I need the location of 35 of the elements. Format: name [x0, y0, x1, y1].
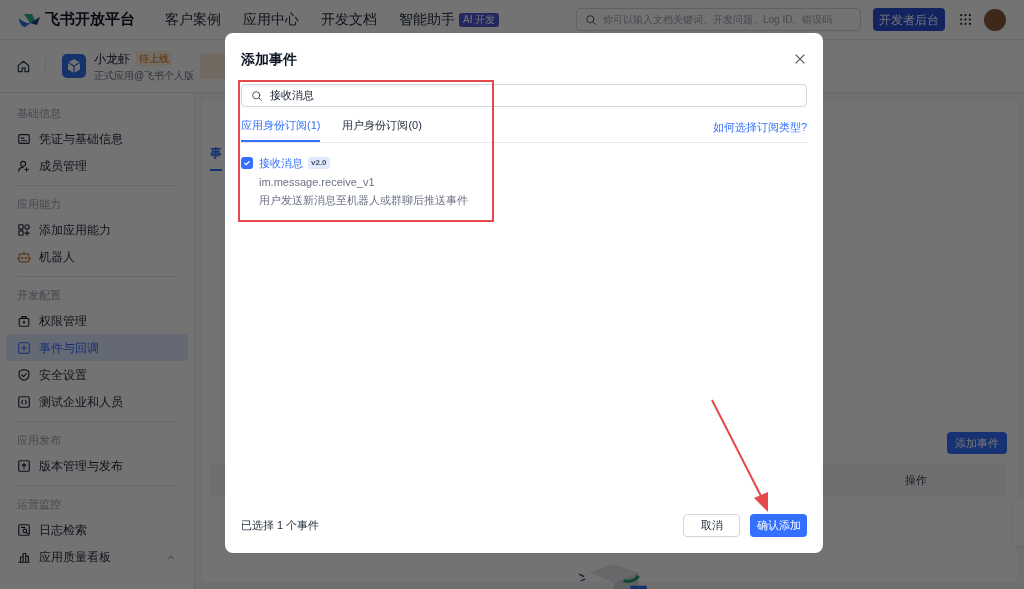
sidebar-item[interactable]: 版本管理与发布: [6, 452, 188, 479]
cancel-button[interactable]: 取消: [683, 514, 740, 537]
event-code: im.message.receive_v1: [259, 174, 376, 190]
sidebar-item[interactable]: 日志检索: [6, 516, 188, 543]
version-badge: v2.0: [308, 157, 330, 170]
logo-text[interactable]: 飞书开放平台: [45, 8, 135, 31]
sidebar-item[interactable]: 事件与回调: [6, 334, 188, 361]
selection-count: 已选择 1 个事件: [241, 518, 320, 534]
content-tab[interactable]: 事: [210, 144, 222, 171]
status-badge: 待上线: [136, 51, 172, 66]
subscription-tab[interactable]: 用户身份订阅(0): [342, 116, 422, 142]
add-event-button[interactable]: 添加事件: [947, 432, 1007, 454]
app-name: 小龙虾: [94, 50, 130, 68]
sidebar-item[interactable]: 凭证与基础信息: [6, 125, 188, 152]
ai-badge: AI 开发: [459, 12, 500, 27]
sidebar-item[interactable]: 应用质量看板: [6, 543, 188, 570]
sidebar-item[interactable]: 添加应用能力: [6, 216, 188, 243]
event-description: 用户发送新消息至机器人或群聊后推送事件: [259, 193, 468, 208]
help-link[interactable]: 如何选择订阅类型?: [712, 118, 807, 142]
sidebar-item[interactable]: 安全设置: [6, 361, 188, 388]
confirm-button[interactable]: 确认添加: [750, 514, 807, 537]
sidebar-item[interactable]: 测试企业和人员: [6, 388, 188, 415]
event-name: 接收消息: [259, 156, 303, 171]
sidebar-item[interactable]: 权限管理: [6, 307, 188, 334]
dialog-title: 添加事件: [241, 49, 297, 69]
subscription-tab[interactable]: 应用身份订阅(1): [241, 116, 321, 142]
nav-link[interactable]: 智能助手: [399, 9, 455, 30]
sidebar-item[interactable]: 成员管理: [6, 152, 188, 179]
search-field[interactable]: 接收消息: [241, 84, 807, 107]
console-button[interactable]: 开发者后台: [873, 8, 945, 31]
column-header: 操作: [905, 472, 927, 488]
nav-link[interactable]: 开发文档: [321, 9, 377, 30]
nav-link[interactable]: 应用中心: [243, 9, 299, 30]
nav-link[interactable]: 客户案例: [165, 9, 221, 30]
sidebar-item[interactable]: 机器人: [6, 243, 188, 270]
